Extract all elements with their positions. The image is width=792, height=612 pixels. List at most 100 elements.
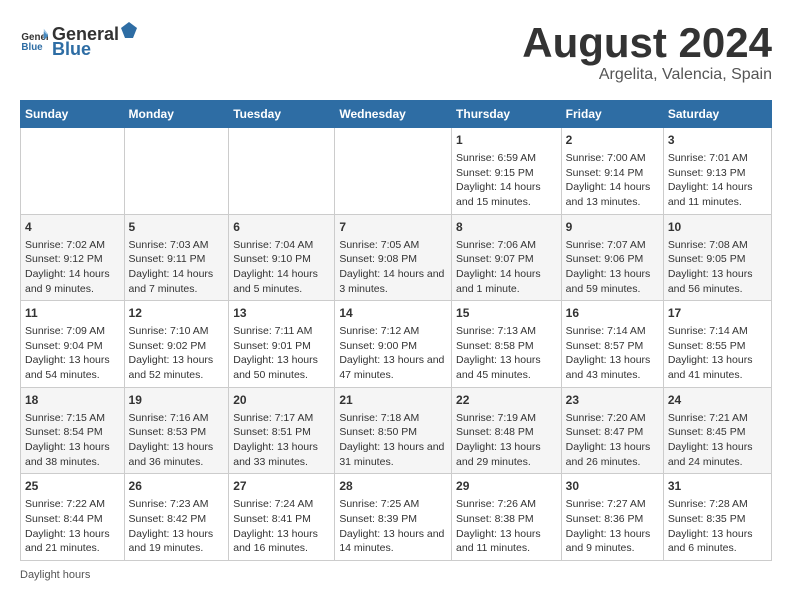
calendar-cell-2-5: 16Sunrise: 7:14 AMSunset: 8:57 PMDayligh… — [561, 301, 663, 388]
day-info-line: Sunset: 9:14 PM — [566, 166, 659, 181]
calendar-cell-1-1: 5Sunrise: 7:03 AMSunset: 9:11 PMDaylight… — [124, 214, 229, 301]
day-info-line: Sunrise: 7:04 AM — [233, 238, 330, 253]
day-number: 18 — [25, 392, 120, 409]
day-info-line: Sunset: 8:57 PM — [566, 339, 659, 354]
day-info-line: Sunset: 9:07 PM — [456, 252, 557, 267]
calendar-cell-2-0: 11Sunrise: 7:09 AMSunset: 9:04 PMDayligh… — [21, 301, 125, 388]
day-info-line: Daylight: 13 hours and 19 minutes. — [129, 527, 225, 556]
day-info-line: Sunset: 8:45 PM — [668, 425, 767, 440]
day-info-line: Sunset: 9:00 PM — [339, 339, 447, 354]
calendar-cell-3-5: 23Sunrise: 7:20 AMSunset: 8:47 PMDayligh… — [561, 387, 663, 474]
calendar-cell-3-1: 19Sunrise: 7:16 AMSunset: 8:53 PMDayligh… — [124, 387, 229, 474]
day-info-line: Daylight: 13 hours and 33 minutes. — [233, 440, 330, 469]
day-info-line: Sunset: 8:36 PM — [566, 512, 659, 527]
day-info-line: Daylight: 13 hours and 47 minutes. — [339, 353, 447, 382]
calendar-cell-2-1: 12Sunrise: 7:10 AMSunset: 9:02 PMDayligh… — [124, 301, 229, 388]
day-info-line: Daylight: 13 hours and 24 minutes. — [668, 440, 767, 469]
calendar-table: Sunday Monday Tuesday Wednesday Thursday… — [20, 100, 772, 561]
day-info-line: Sunset: 8:39 PM — [339, 512, 447, 527]
day-number: 3 — [668, 132, 767, 149]
day-info-line: Daylight: 14 hours and 3 minutes. — [339, 267, 447, 296]
day-info-line: Sunrise: 7:12 AM — [339, 324, 447, 339]
calendar-cell-0-5: 2Sunrise: 7:00 AMSunset: 9:14 PMDaylight… — [561, 128, 663, 215]
week-row-1: 1Sunrise: 6:59 AMSunset: 9:15 PMDaylight… — [21, 128, 772, 215]
calendar-cell-1-3: 7Sunrise: 7:05 AMSunset: 9:08 PMDaylight… — [335, 214, 452, 301]
day-info-line: Sunset: 9:06 PM — [566, 252, 659, 267]
calendar-cell-4-4: 29Sunrise: 7:26 AMSunset: 8:38 PMDayligh… — [452, 474, 562, 561]
calendar-cell-1-6: 10Sunrise: 7:08 AMSunset: 9:05 PMDayligh… — [663, 214, 771, 301]
calendar-cell-0-2 — [229, 128, 335, 215]
calendar-cell-2-4: 15Sunrise: 7:13 AMSunset: 8:58 PMDayligh… — [452, 301, 562, 388]
day-info-line: Sunset: 8:53 PM — [129, 425, 225, 440]
svg-text:Blue: Blue — [21, 42, 43, 53]
logo-icon: General Blue — [20, 26, 48, 54]
day-info-line: Sunrise: 7:19 AM — [456, 411, 557, 426]
calendar-cell-2-3: 14 Sunrise: 7:12 AMSunset: 9:00 PMDayligh… — [335, 301, 452, 388]
day-info-line: Sunset: 8:41 PM — [233, 512, 330, 527]
day-info-line: Sunrise: 7:28 AM — [668, 497, 767, 512]
col-monday: Monday — [124, 101, 229, 128]
day-info-line: Sunrise: 7:16 AM — [129, 411, 225, 426]
calendar-cell-0-3 — [335, 128, 452, 215]
day-number: 9 — [566, 219, 659, 236]
day-number: 14 — [339, 305, 447, 322]
col-saturday: Saturday — [663, 101, 771, 128]
day-info-line: Sunset: 9:12 PM — [25, 252, 120, 267]
col-thursday: Thursday — [452, 101, 562, 128]
day-info-line: Sunset: 9:04 PM — [25, 339, 120, 354]
day-info-line: Daylight: 14 hours and 13 minutes. — [566, 180, 659, 209]
day-info-line: Sunset: 9:10 PM — [233, 252, 330, 267]
calendar-cell-4-1: 26Sunrise: 7:23 AMSunset: 8:42 PMDayligh… — [124, 474, 229, 561]
day-number: 16 — [566, 305, 659, 322]
calendar-cell-3-4: 22Sunrise: 7:19 AMSunset: 8:48 PMDayligh… — [452, 387, 562, 474]
logo-flag-icon — [119, 20, 139, 40]
day-info-line: Daylight: 13 hours and 36 minutes. — [129, 440, 225, 469]
calendar-cell-0-1 — [124, 128, 229, 215]
day-info-line: Sunrise: 7:21 AM — [668, 411, 767, 426]
day-info-line: Daylight: 14 hours and 15 minutes. — [456, 180, 557, 209]
page-subtitle: Argelita, Valencia, Spain — [522, 66, 772, 84]
col-sunday: Sunday — [21, 101, 125, 128]
calendar-cell-2-6: 17Sunrise: 7:14 AMSunset: 8:55 PMDayligh… — [663, 301, 771, 388]
day-info-line: Sunrise: 7:17 AM — [233, 411, 330, 426]
day-info-line: Sunrise: 7:22 AM — [25, 497, 120, 512]
day-info-line: Daylight: 13 hours and 6 minutes. — [668, 527, 767, 556]
day-number: 23 — [566, 392, 659, 409]
calendar-cell-1-0: 4Sunrise: 7:02 AMSunset: 9:12 PMDaylight… — [21, 214, 125, 301]
day-number: 22 — [456, 392, 557, 409]
calendar-cell-3-6: 24Sunrise: 7:21 AMSunset: 8:45 PMDayligh… — [663, 387, 771, 474]
day-info-line: Daylight: 14 hours and 5 minutes. — [233, 267, 330, 296]
day-info-line: Daylight: 13 hours and 14 minutes. — [339, 527, 447, 556]
day-info-line: Sunrise: 6:59 AM — [456, 151, 557, 166]
day-info-line: Daylight: 13 hours and 59 minutes. — [566, 267, 659, 296]
col-friday: Friday — [561, 101, 663, 128]
day-info-line: Daylight: 14 hours and 11 minutes. — [668, 180, 767, 209]
day-info-line: Sunset: 8:47 PM — [566, 425, 659, 440]
logo: General Blue General Blue — [20, 20, 139, 60]
day-number: 2 — [566, 132, 659, 149]
day-number: 29 — [456, 478, 557, 495]
day-info-line: Sunrise: 7:18 AM — [339, 411, 447, 426]
day-info-line: Daylight: 13 hours and 29 minutes. — [456, 440, 557, 469]
day-info-line: Sunrise: 7:13 AM — [456, 324, 557, 339]
day-number: 7 — [339, 219, 447, 236]
day-number: 6 — [233, 219, 330, 236]
calendar-cell-4-0: 25Sunrise: 7:22 AMSunset: 8:44 PMDayligh… — [21, 474, 125, 561]
day-info-line: Sunrise: 7:14 AM — [668, 324, 767, 339]
day-number: 25 — [25, 478, 120, 495]
calendar-cell-3-2: 20Sunrise: 7:17 AMSunset: 8:51 PMDayligh… — [229, 387, 335, 474]
day-info-line: Daylight: 13 hours and 52 minutes. — [129, 353, 225, 382]
page-header: General Blue General Blue August 2024 Ar… — [20, 20, 772, 84]
day-info-line: Daylight: 13 hours and 43 minutes. — [566, 353, 659, 382]
calendar-cell-1-2: 6 Sunrise: 7:04 AMSunset: 9:10 PMDaylight… — [229, 214, 335, 301]
day-number: 10 — [668, 219, 767, 236]
day-info-line: Sunset: 8:51 PM — [233, 425, 330, 440]
calendar-header-row: Sunday Monday Tuesday Wednesday Thursday… — [21, 101, 772, 128]
calendar-cell-4-6: 31Sunrise: 7:28 AMSunset: 8:35 PMDayligh… — [663, 474, 771, 561]
calendar-cell-3-0: 18Sunrise: 7:15 AMSunset: 8:54 PMDayligh… — [21, 387, 125, 474]
day-info-line: Sunrise: 7:27 AM — [566, 497, 659, 512]
day-info-line: Sunset: 8:55 PM — [668, 339, 767, 354]
day-number: 5 — [129, 219, 225, 236]
day-info-line: Sunrise: 7:26 AM — [456, 497, 557, 512]
calendar-cell-4-5: 30Sunrise: 7:27 AMSunset: 8:36 PMDayligh… — [561, 474, 663, 561]
